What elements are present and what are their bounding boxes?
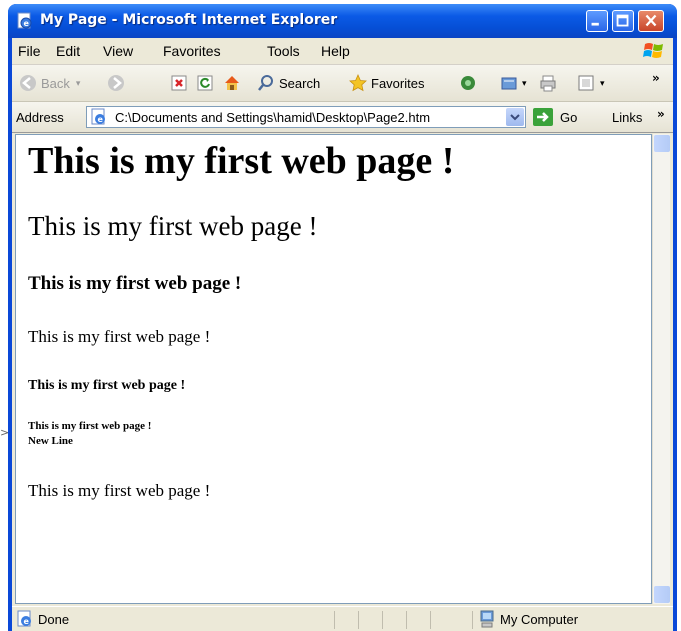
go-button[interactable]: Go — [532, 106, 577, 128]
heading-6-line-1: This is my first web page ! — [28, 420, 152, 432]
status-separator — [472, 611, 473, 629]
scroll-down-button[interactable] — [654, 586, 670, 603]
title-bar[interactable]: e My Page - Microsoft Internet Explorer — [8, 4, 677, 38]
close-icon — [645, 14, 657, 27]
refresh-button[interactable] — [196, 73, 214, 93]
search-icon — [258, 75, 273, 91]
status-separator — [334, 611, 335, 629]
back-label: Back — [41, 75, 70, 91]
minimize-button[interactable] — [586, 10, 608, 32]
heading-4: This is my first web page ! — [28, 327, 211, 346]
media-button[interactable] — [458, 73, 478, 93]
forward-arrow-icon — [108, 75, 124, 91]
stop-icon — [171, 75, 187, 91]
back-button[interactable]: Back ▾ — [18, 73, 80, 93]
address-input[interactable]: e C:\Documents and Settings\hamid\Deskto… — [86, 106, 526, 128]
status-text: Done — [38, 612, 70, 627]
minimize-icon — [591, 22, 599, 26]
heading-1: This is my first web page ! — [28, 140, 455, 182]
address-label: Address — [16, 110, 64, 125]
status-bar: e Done My Computer — [12, 606, 673, 631]
close-button[interactable] — [638, 10, 664, 32]
ie-page-icon: e — [17, 12, 32, 29]
browser-window: e My Page - Microsoft Internet Explorer … — [8, 4, 677, 631]
favorites-label: Favorites — [371, 75, 425, 91]
status-separator — [382, 611, 383, 629]
svg-text:e: e — [24, 617, 30, 626]
links-chevron-icon[interactable]: » — [657, 107, 665, 121]
status-separator — [358, 611, 359, 629]
address-dropdown-button[interactable] — [506, 108, 524, 126]
star-icon — [349, 73, 367, 92]
heading-6: This is my first web page ! New Line — [28, 419, 151, 449]
page-content: This is my first web page ! This is my f… — [15, 134, 652, 604]
history-dropdown-icon[interactable]: ▾ — [522, 78, 527, 89]
address-value: C:\Documents and Settings\hamid\Desktop\… — [115, 110, 431, 125]
edge-fragment: > — [0, 426, 10, 439]
search-button[interactable]: Search — [256, 73, 320, 93]
home-icon — [225, 76, 239, 90]
menu-tools[interactable]: Tools — [267, 43, 300, 59]
windows-logo-icon — [643, 43, 663, 58]
svg-text:e: e — [98, 115, 104, 124]
menu-help[interactable]: Help — [321, 43, 350, 59]
page-icon: e — [91, 108, 105, 125]
chevron-down-icon — [510, 114, 520, 121]
history-button[interactable]: ▾ — [500, 73, 527, 93]
my-computer-icon — [480, 610, 494, 628]
menu-favorites[interactable]: Favorites — [163, 43, 221, 59]
history-icon — [501, 77, 517, 90]
go-label: Go — [560, 109, 578, 125]
heading-2: This is my first web page ! — [28, 211, 318, 241]
home-button[interactable] — [222, 73, 242, 93]
security-zone-text: My Computer — [500, 612, 579, 627]
page-status-icon: e — [17, 610, 31, 627]
svg-text:e: e — [24, 19, 30, 28]
stop-button[interactable] — [170, 73, 188, 93]
back-dropdown-icon[interactable]: ▾ — [76, 78, 81, 89]
maximize-button[interactable] — [612, 10, 634, 32]
media-icon — [461, 76, 475, 90]
menu-bar: File Edit View Favorites Tools Help — [12, 38, 673, 65]
print-icon — [540, 75, 556, 92]
edit-dropdown-icon[interactable]: ▾ — [600, 78, 605, 89]
go-arrow-icon — [533, 108, 553, 126]
edit-button[interactable]: ▾ — [576, 73, 605, 93]
favorites-button[interactable]: Favorites — [348, 73, 424, 93]
vertical-scrollbar[interactable] — [652, 134, 670, 604]
status-separator — [430, 611, 431, 629]
search-label: Search — [279, 75, 321, 91]
print-button[interactable] — [538, 73, 558, 93]
menu-edit[interactable]: Edit — [56, 43, 80, 59]
window-title: My Page - Microsoft Internet Explorer — [40, 12, 338, 28]
back-arrow-icon — [20, 75, 36, 91]
heading-3: This is my first web page ! — [28, 273, 242, 294]
status-separator — [406, 611, 407, 629]
menu-view[interactable]: View — [103, 43, 133, 59]
heading-6-line-2: New Line — [28, 435, 73, 447]
window-client: File Edit View Favorites Tools Help Back… — [12, 38, 673, 631]
standard-toolbar: Back ▾ Search Favorites ▾ ▾ » — [12, 65, 673, 102]
menu-file[interactable]: File — [18, 43, 41, 59]
refresh-icon — [197, 75, 213, 91]
address-bar: Address e C:\Documents and Settings\hami… — [12, 102, 673, 133]
forward-button[interactable] — [106, 73, 126, 93]
maximize-icon — [616, 14, 629, 27]
scroll-up-button[interactable] — [654, 135, 670, 152]
edit-page-icon — [578, 75, 594, 91]
paragraph: This is my first web page ! — [28, 481, 211, 500]
toolbar-overflow-chevron-icon[interactable]: » — [652, 71, 660, 85]
heading-5: This is my first web page ! — [28, 378, 186, 393]
links-button[interactable]: Links — [612, 110, 642, 125]
